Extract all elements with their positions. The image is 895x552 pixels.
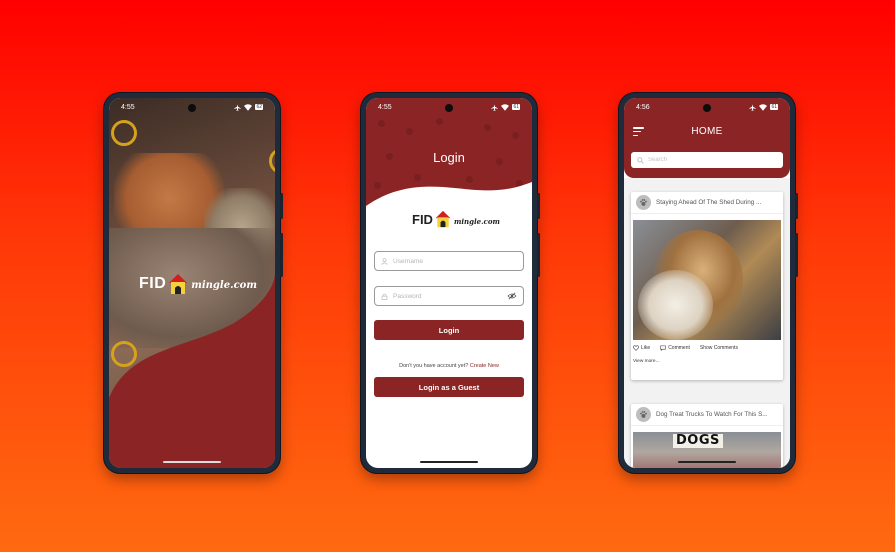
show-comments-button[interactable]: Show Comments [700,345,738,351]
status-time: 4:55 [121,103,135,111]
search-field[interactable] [631,152,783,168]
post-image[interactable] [633,220,781,340]
comment-icon [660,345,666,351]
wifi-icon [501,103,510,111]
doghouse-logo-icon [169,274,188,294]
airplane-icon [749,103,757,111]
username-input[interactable] [393,257,517,265]
avatar [636,407,651,422]
logo-rest-text: mingle.com [453,217,500,226]
status-time: 4:56 [636,103,650,111]
post-feed[interactable]: Staying Ahead Of The Shed During ... Lik… [624,178,790,468]
heart-icon [633,345,639,351]
login-title: Login [433,150,465,165]
wifi-icon [244,103,253,111]
search-icon [637,156,644,164]
post-header: Staying Ahead Of The Shed During ... [631,192,783,214]
image-sign-text: DOGS [673,434,723,448]
user-icon [381,257,388,265]
doghouse-logo-icon [435,210,451,228]
eye-off-icon[interactable] [507,292,517,300]
paw-icon [640,199,647,206]
create-new-link[interactable]: Create New [470,363,499,369]
no-account-text: Don't you have account yet? [399,363,469,369]
page-title: HOME [691,126,723,137]
battery-icon: 62 [255,104,263,110]
splash-screen: 4:55 62 FID mingle.com [109,98,275,468]
avatar [636,195,651,210]
logo-rest-text: mingle.com [191,280,257,291]
logo-fid-text: FID [139,275,167,292]
like-label: Like [641,345,651,351]
phone-home: 4:56 61 HOME Search Staying Ahead Of The… [619,93,798,473]
comment-label: Comment [668,345,690,351]
signup-prompt: Don't you have account yet? Create New [366,363,532,369]
front-camera [703,104,711,112]
fidomingle-logo: FID mingle.com [412,210,500,228]
username-field[interactable] [374,251,524,271]
post-card[interactable]: Staying Ahead Of The Shed During ... Lik… [631,192,783,380]
post-card[interactable]: Dog Treat Trucks To Watch For This S... … [631,404,783,468]
front-camera [188,104,196,112]
show-comments-label: Show Comments [699,345,738,351]
battery-icon: 61 [770,104,778,110]
paw-icon [640,411,647,418]
airplane-icon [491,103,499,111]
login-screen: 4:55 61 Login FID mingle.com Username Lo… [366,98,532,468]
status-time: 4:55 [378,103,392,111]
password-field[interactable] [374,286,524,306]
phone-splash: 4:55 62 FID mingle.com [104,93,283,473]
comment-button[interactable]: Comment [660,345,690,351]
like-button[interactable]: Like [633,345,650,351]
home-indicator[interactable] [163,461,221,463]
phone-login: 4:55 61 Login FID mingle.com Username Lo… [361,93,540,473]
decor-ring [111,120,137,146]
password-input[interactable] [393,292,502,300]
post-title[interactable]: Staying Ahead Of The Shed During ... [656,199,761,206]
login-button[interactable]: Login [374,320,524,340]
fidomingle-logo: FID mingle.com [139,273,257,294]
home-indicator[interactable] [420,461,478,463]
view-more-link[interactable]: View more... [631,351,783,370]
home-screen: 4:56 61 HOME Search Staying Ahead Of The… [624,98,790,468]
decor-ring [111,341,137,367]
airplane-icon [234,103,242,111]
front-camera [445,104,453,112]
post-title[interactable]: Dog Treat Trucks To Watch For This S... [656,411,768,418]
post-header: Dog Treat Trucks To Watch For This S... [631,404,783,426]
lock-icon [381,293,388,300]
search-input[interactable] [648,157,777,163]
battery-icon: 61 [512,104,520,110]
home-indicator[interactable] [678,461,736,463]
logo-fid-text: FID [412,212,433,227]
guest-login-button[interactable]: Login as a Guest [374,377,524,397]
post-actions: Like Comment Show Comments [631,340,783,351]
wifi-icon [759,103,768,111]
